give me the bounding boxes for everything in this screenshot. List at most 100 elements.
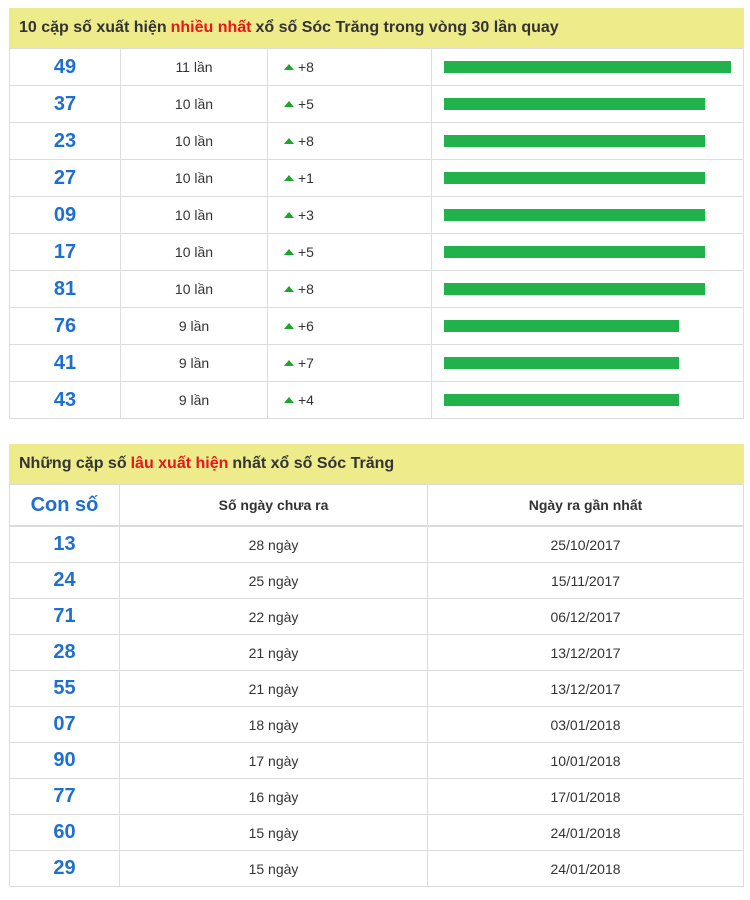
- up-arrow-icon: [284, 323, 294, 330]
- last-drawn-date: 03/01/2018: [427, 706, 744, 743]
- up-arrow-icon: [284, 249, 294, 256]
- table-row: 37 10 lần +5: [9, 85, 744, 123]
- delta-value: +8: [298, 133, 314, 149]
- table-row: 17 10 lần +5: [9, 233, 744, 271]
- delta-cell: +3: [267, 196, 432, 234]
- table-row: 27 10 lần +1: [9, 159, 744, 197]
- frequency-bar: [444, 135, 705, 147]
- pair-number: 24: [9, 562, 120, 599]
- frequency-bar-cell: [431, 159, 744, 197]
- top-title-highlight: nhiều nhất: [170, 19, 252, 36]
- pair-number: 37: [9, 85, 121, 123]
- pair-number: 41: [9, 344, 121, 382]
- delta-cell: +8: [267, 48, 432, 86]
- pair-number: 77: [9, 778, 120, 815]
- delta-value: +8: [298, 281, 314, 297]
- delta-value: +1: [298, 170, 314, 186]
- delta-value: +7: [298, 355, 314, 371]
- pair-number: 90: [9, 742, 120, 779]
- occurrence-count: 10 lần: [120, 233, 268, 271]
- table-row: 07 18 ngày 03/01/2018: [9, 706, 744, 743]
- frequency-bar: [444, 209, 705, 221]
- up-arrow-icon: [284, 138, 294, 145]
- table-row: 23 10 lần +8: [9, 122, 744, 160]
- top-title-prefix: 10 cặp số xuất hiện: [19, 19, 167, 36]
- column-header-last-date: Ngày ra gần nhất: [427, 484, 744, 527]
- table-row: 09 10 lần +3: [9, 196, 744, 234]
- days-not-drawn: 15 ngày: [119, 814, 428, 851]
- up-arrow-icon: [284, 64, 294, 71]
- table-row: 13 28 ngày 25/10/2017: [9, 525, 744, 563]
- delta-value: +5: [298, 96, 314, 112]
- delta-cell: +8: [267, 122, 432, 160]
- delta-cell: +1: [267, 159, 432, 197]
- last-drawn-date: 15/11/2017: [427, 562, 744, 599]
- occurrence-count: 10 lần: [120, 122, 268, 160]
- pair-number: 27: [9, 159, 121, 197]
- delta-cell: +5: [267, 233, 432, 271]
- frequency-bar: [444, 246, 705, 258]
- up-arrow-icon: [284, 101, 294, 108]
- top-pairs-table: 49 11 lần +8 37 10 lần +5 23 10 lần +8 27 10 lần +1…: [9, 48, 744, 419]
- delta-cell: +6: [267, 307, 432, 345]
- frequency-bar-cell: [431, 344, 744, 382]
- occurrence-count: 9 lần: [120, 381, 268, 419]
- table-row: 55 21 ngày 13/12/2017: [9, 670, 744, 707]
- frequency-bar-cell: [431, 307, 744, 345]
- frequency-bar-cell: [431, 48, 744, 86]
- frequency-bar-cell: [431, 122, 744, 160]
- table-row: 76 9 lần +6: [9, 307, 744, 345]
- last-drawn-date: 24/01/2018: [427, 814, 744, 851]
- up-arrow-icon: [284, 286, 294, 293]
- up-arrow-icon: [284, 212, 294, 219]
- table-header-row: Con số Số ngày chưa ra Ngày ra gần nhất: [9, 484, 744, 527]
- delta-cell: +4: [267, 381, 432, 419]
- table-row: 43 9 lần +4: [9, 381, 744, 419]
- table-row: 28 21 ngày 13/12/2017: [9, 634, 744, 671]
- days-not-drawn: 21 ngày: [119, 670, 428, 707]
- frequency-bar-cell: [431, 196, 744, 234]
- table-row: 24 25 ngày 15/11/2017: [9, 562, 744, 599]
- occurrence-count: 10 lần: [120, 270, 268, 308]
- pair-number: 23: [9, 122, 121, 160]
- pair-number: 76: [9, 307, 121, 345]
- pair-number: 60: [9, 814, 120, 851]
- pair-number: 81: [9, 270, 121, 308]
- pair-number: 71: [9, 598, 120, 635]
- frequency-bar-cell: [431, 270, 744, 308]
- pair-number: 43: [9, 381, 121, 419]
- delta-value: +3: [298, 207, 314, 223]
- top-pairs-header: 10 cặp số xuất hiện nhiều nhất xổ số Sóc…: [9, 8, 744, 48]
- last-drawn-date: 13/12/2017: [427, 670, 744, 707]
- table-row: 71 22 ngày 06/12/2017: [9, 598, 744, 635]
- frequency-bar: [444, 98, 705, 110]
- frequency-bar: [444, 357, 679, 369]
- pair-number: 07: [9, 706, 120, 743]
- last-drawn-date: 25/10/2017: [427, 525, 744, 563]
- frequency-bar: [444, 61, 731, 73]
- frequency-bar-cell: [431, 85, 744, 123]
- delta-cell: +7: [267, 344, 432, 382]
- last-drawn-date: 24/01/2018: [427, 850, 744, 887]
- frequency-bar: [444, 283, 705, 295]
- table-row: 41 9 lần +7: [9, 344, 744, 382]
- pair-number: 29: [9, 850, 120, 887]
- days-not-drawn: 21 ngày: [119, 634, 428, 671]
- days-not-drawn: 17 ngày: [119, 742, 428, 779]
- frequency-bar: [444, 320, 679, 332]
- occurrence-count: 9 lần: [120, 344, 268, 382]
- top-title-suffix: xổ số Sóc Trăng trong vòng 30 lần quay: [255, 19, 559, 36]
- occurrence-count: 10 lần: [120, 159, 268, 197]
- up-arrow-icon: [284, 360, 294, 367]
- last-drawn-date: 10/01/2018: [427, 742, 744, 779]
- last-drawn-date: 17/01/2018: [427, 778, 744, 815]
- last-drawn-date: 06/12/2017: [427, 598, 744, 635]
- frequency-bar: [444, 172, 705, 184]
- table-row: 29 15 ngày 24/01/2018: [9, 850, 744, 887]
- delta-value: +5: [298, 244, 314, 260]
- table-row: 49 11 lần +8: [9, 48, 744, 86]
- column-header-number: Con số: [9, 484, 120, 527]
- delta-value: +6: [298, 318, 314, 334]
- last-drawn-date: 13/12/2017: [427, 634, 744, 671]
- frequency-bar: [444, 394, 679, 406]
